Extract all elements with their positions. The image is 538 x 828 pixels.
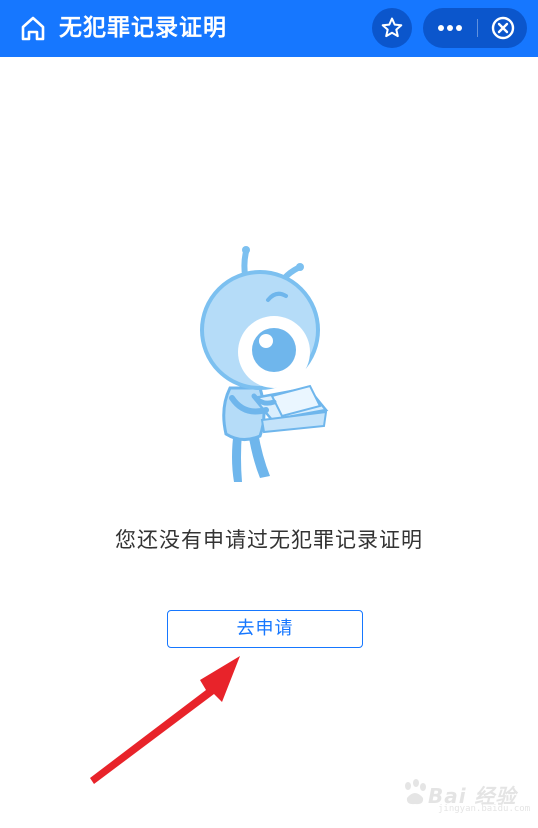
capsule-divider [477, 19, 478, 37]
home-icon[interactable] [18, 13, 48, 43]
ant-mascot-illustration [200, 246, 329, 482]
baidu-jingyan-watermark: Bai 经验 jingyan.baidu.com [400, 770, 530, 820]
watermark-url: jingyan.baidu.com [438, 804, 531, 814]
more-dots-icon [438, 25, 462, 31]
favorite-button[interactable] [372, 8, 412, 48]
mini-program-capsule [423, 8, 527, 48]
more-button[interactable] [423, 8, 477, 48]
page-title: 无犯罪记录证明 [59, 15, 227, 41]
close-circle-icon [491, 16, 515, 40]
apply-button[interactable]: 去申请 [167, 610, 363, 648]
star-icon [381, 17, 403, 38]
empty-state-message: 您还没有申请过无犯罪记录证明 [115, 528, 423, 552]
paw-icon [405, 779, 426, 805]
close-button[interactable] [479, 8, 527, 48]
app-header: 无犯罪记录证明 [0, 0, 538, 57]
